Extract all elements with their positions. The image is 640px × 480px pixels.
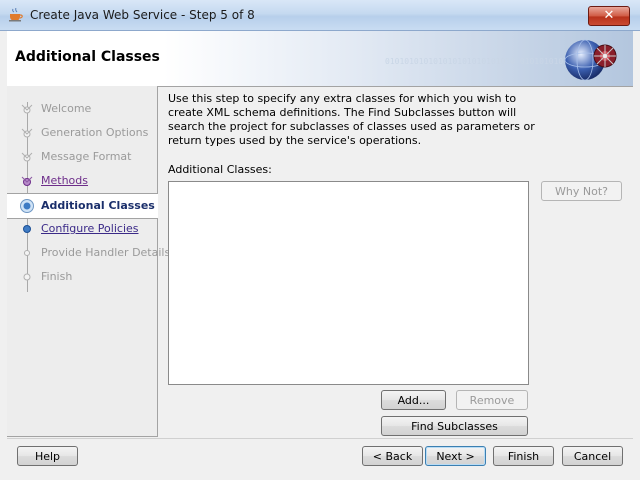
back-button[interactable]: < Back xyxy=(362,446,423,466)
step-description: Use this step to specify any extra class… xyxy=(168,92,535,147)
find-subclasses-button[interactable]: Find Subclasses xyxy=(381,416,528,436)
nav-step-methods[interactable]: Methods xyxy=(7,169,157,193)
add-button[interactable]: Add... xyxy=(381,390,446,410)
header-banner: Additional Classes 010101010101010101010… xyxy=(7,31,633,87)
additional-classes-list[interactable] xyxy=(168,181,529,385)
step-dot-icon xyxy=(21,128,33,138)
additional-classes-label: Additional Classes: xyxy=(168,163,272,176)
step-dot-icon xyxy=(21,104,33,114)
cancel-button[interactable]: Cancel xyxy=(562,446,623,466)
help-button[interactable]: Help xyxy=(17,446,78,466)
step-dot-icon xyxy=(24,250,30,256)
window-title: Create Java Web Service - Step 5 of 8 xyxy=(30,8,255,22)
nav-step-configure-policies[interactable]: Configure Policies xyxy=(7,217,157,241)
nav-step-message-format: Message Format xyxy=(7,145,157,169)
step-dot-icon xyxy=(21,152,33,162)
footer-separator xyxy=(7,438,633,439)
banner-binary-text: 010101010101010101010101010 01010101010 xyxy=(385,57,573,66)
step-current-icon xyxy=(20,199,34,213)
page-title: Additional Classes xyxy=(15,49,160,65)
wizard-steps-nav: Welcome Generation Options Message Forma… xyxy=(7,86,170,437)
step-visited-icon xyxy=(21,176,33,186)
next-button[interactable]: Next > xyxy=(425,446,486,466)
remove-button[interactable]: Remove xyxy=(456,390,528,410)
step-dot-icon xyxy=(23,273,31,281)
window-title-bar[interactable]: Create Java Web Service - Step 5 of 8 ✕ xyxy=(0,0,640,31)
nav-step-generation-options: Generation Options xyxy=(7,121,157,145)
step-next-icon xyxy=(23,225,31,233)
close-icon: ✕ xyxy=(603,8,615,23)
nav-step-finish: Finish xyxy=(7,265,157,289)
why-not-button[interactable]: Why Not? xyxy=(541,181,622,201)
nav-step-additional-classes[interactable]: Additional Classes xyxy=(7,193,158,219)
finish-button[interactable]: Finish xyxy=(493,446,554,466)
nav-step-welcome: Welcome xyxy=(7,97,157,121)
web-service-globe-icon xyxy=(564,39,617,81)
nav-step-provide-handler-details: Provide Handler Details xyxy=(7,241,170,265)
close-button[interactable]: ✕ xyxy=(588,6,630,26)
java-cup-icon xyxy=(9,8,23,22)
